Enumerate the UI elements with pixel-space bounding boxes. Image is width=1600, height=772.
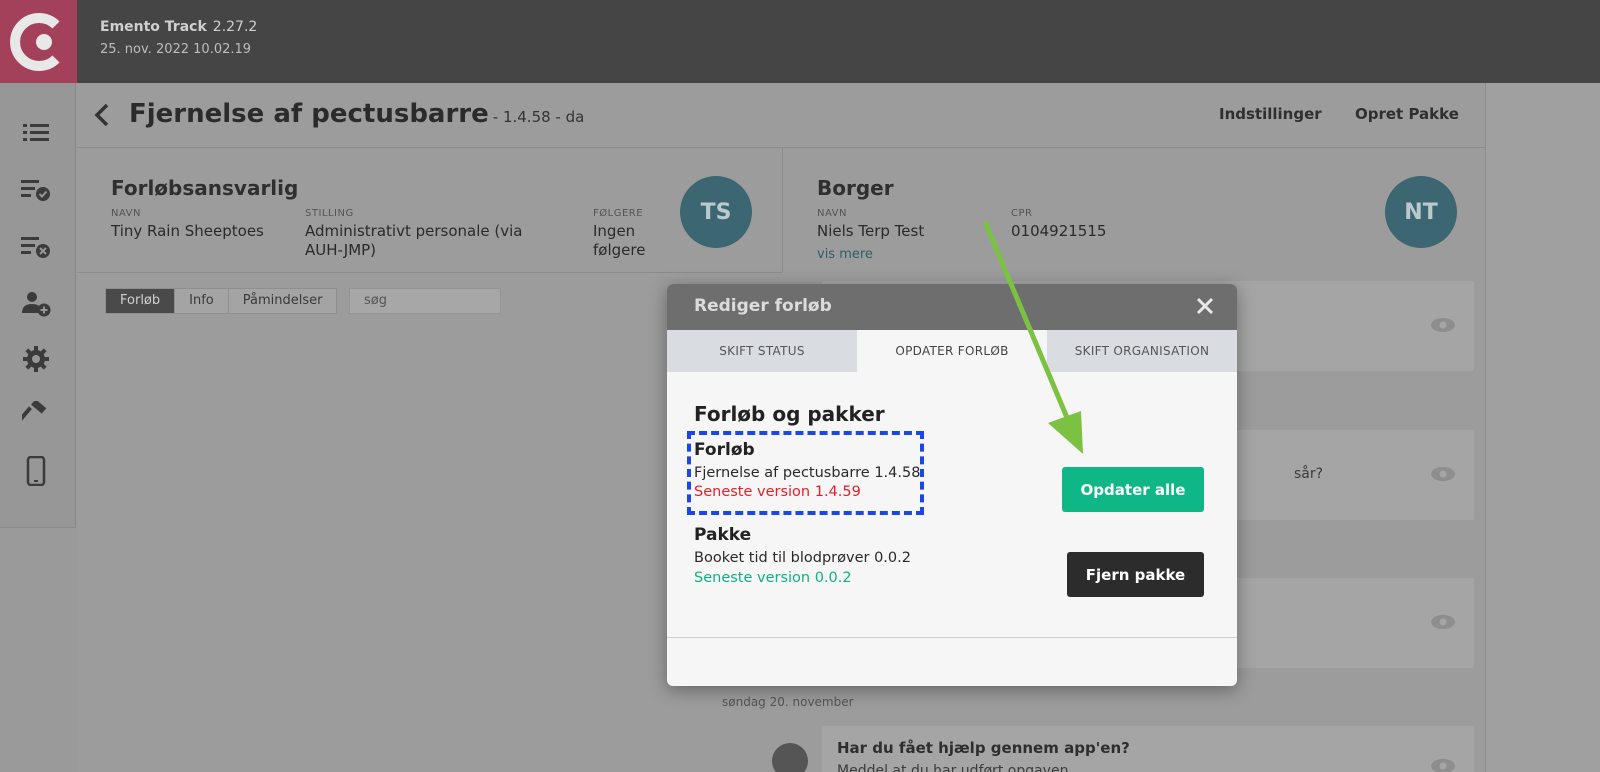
app-logo[interactable]	[0, 0, 77, 83]
app-name: Emento Track	[100, 19, 207, 35]
page-header: Fjernelse af pectusbarre - 1.4.58 - da In…	[77, 83, 1485, 148]
app-datetime: 25. nov. 2022 10.02.19	[100, 42, 252, 57]
search-input[interactable]: søg	[349, 288, 501, 314]
followers-value: Ingen følgere	[593, 222, 646, 259]
citizen-avatar[interactable]: NT	[1385, 176, 1457, 248]
package-latest-version: Seneste version 0.0.2	[694, 570, 852, 586]
back-arrow-icon[interactable]	[91, 101, 115, 129]
responsible-name: Tiny Rain Sheeptoes	[111, 222, 264, 240]
tab-info[interactable]: Info	[175, 289, 229, 313]
top-bar: Emento Track 2.27.2 25. nov. 2022 10.02.1…	[0, 0, 1600, 83]
card-title: Har du fået hjælp gennem app'en?	[837, 739, 1130, 757]
create-package-link[interactable]: Opret Pakke	[1355, 105, 1459, 123]
modal-footer-divider	[667, 637, 1237, 638]
update-all-button[interactable]: Opdater alle	[1062, 467, 1204, 512]
responsible-position-label: STILLING	[305, 208, 354, 219]
sidebar-item-settings[interactable]	[20, 343, 52, 375]
tab-course[interactable]: Forløb	[106, 289, 176, 313]
add-user-icon	[22, 292, 51, 317]
annotation-arrow-icon	[982, 221, 1083, 454]
list-remove-icon	[21, 237, 50, 258]
hammer-icon	[22, 401, 47, 422]
citizen-name-label: NAVN	[817, 208, 848, 219]
panel-divider	[782, 148, 783, 273]
package-current-version: Booket tid til blodprøver 0.0.2	[694, 550, 911, 566]
gear-icon	[23, 346, 49, 372]
show-more-link[interactable]: vis mere	[817, 245, 873, 264]
timeline-card[interactable]: Har du fået hjælp gennem app'en? Meddel …	[822, 726, 1474, 772]
eye-icon[interactable]	[1430, 614, 1456, 630]
course-current-version: Fjernelse af pectusbarre 1.4.58	[694, 465, 921, 481]
sidebar-item-list[interactable]	[20, 117, 52, 149]
panel-bottom-divider	[77, 272, 782, 273]
page-subtitle: - 1.4.58 - da	[492, 108, 585, 126]
eye-icon[interactable]	[1430, 317, 1456, 333]
modal-tabs: SKIFT STATUS OPDATER FORLØB SKIFT ORGANI…	[667, 330, 1237, 372]
course-heading: Forløb	[694, 440, 755, 460]
tab-change-status[interactable]: SKIFT STATUS	[667, 330, 857, 372]
sidebar-item-app[interactable]	[20, 455, 52, 487]
modal-title: Rediger forløb	[694, 296, 832, 316]
list-icon	[23, 124, 49, 141]
section-title: Forløb og pakker	[694, 402, 885, 426]
app-title: Emento Track 2.27.2	[100, 19, 257, 35]
citizen-title: Borger	[817, 176, 894, 200]
check-circle-icon	[772, 743, 808, 772]
modal-header: Rediger forløb	[667, 284, 1237, 330]
page-title-text: Fjernelse af pectusbarre	[129, 99, 489, 129]
responsible-name-label: NAVN	[111, 208, 142, 219]
settings-link[interactable]: Indstillinger	[1219, 105, 1322, 123]
course-latest-version: Seneste version 1.4.59	[694, 484, 861, 500]
sidebar-item-list-check[interactable]	[20, 174, 52, 206]
responsible-avatar[interactable]: TS	[680, 176, 752, 248]
app-version: 2.27.2	[212, 19, 258, 35]
date-separator: søndag 20. november	[722, 695, 854, 709]
responsible-title: Forløbsansvarlig	[111, 176, 299, 200]
course-tabs: Forløb Info Påmindelser	[105, 288, 338, 314]
sidebar-item-list-remove[interactable]	[20, 231, 52, 263]
sidebar-item-add-user[interactable]	[20, 288, 52, 320]
package-heading: Pakke	[694, 525, 752, 545]
edit-course-modal: Rediger forløb SKIFT STATUS OPDATER FORL…	[667, 284, 1237, 686]
right-panel	[1485, 83, 1600, 772]
card-partial-text: sår?	[1294, 466, 1324, 482]
eye-icon[interactable]	[1430, 466, 1456, 482]
list-check-icon	[21, 180, 50, 201]
tab-reminders[interactable]: Påmindelser	[229, 289, 337, 313]
sidebar-item-tools[interactable]	[20, 399, 52, 431]
responsible-position: Administrativt personale (via AUH-JMP)	[305, 222, 523, 259]
citizen-name: Niels Terp Test	[817, 222, 925, 240]
logo-icon	[9, 12, 60, 71]
phone-icon	[26, 456, 46, 486]
card-text: Meddel at du har udført opgaven	[837, 763, 1069, 772]
followers-label: FØLGERE	[593, 208, 644, 219]
remove-package-button[interactable]: Fjern pakke	[1067, 552, 1204, 597]
sidebar	[0, 83, 76, 528]
eye-icon[interactable]	[1430, 758, 1456, 772]
close-icon[interactable]	[1195, 296, 1215, 316]
page-title: Fjernelse af pectusbarre - 1.4.58 - da	[129, 99, 584, 129]
